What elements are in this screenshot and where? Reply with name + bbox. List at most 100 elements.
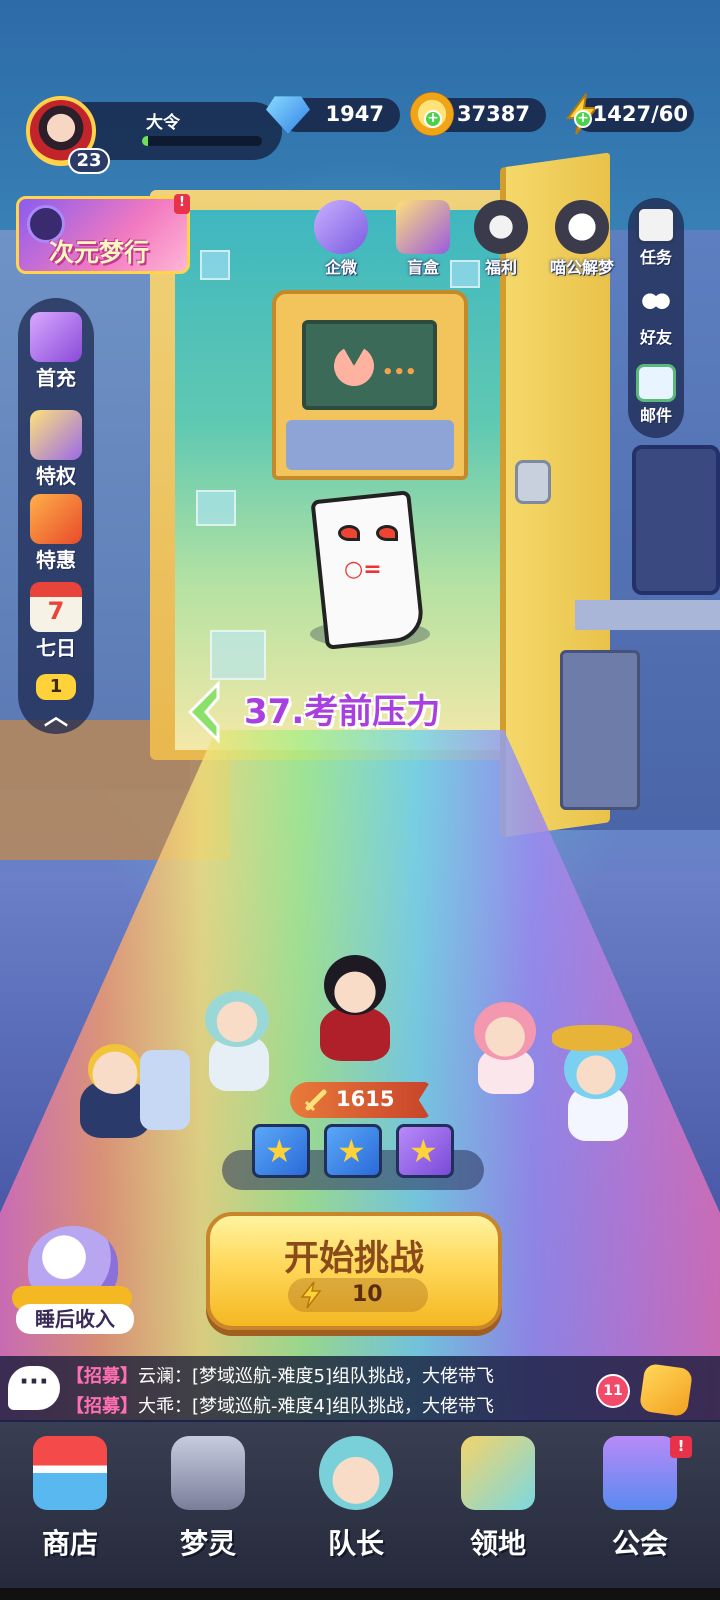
chat-message: [梦域巡航-难度5]组队挑战，大佬带飞 <box>192 1366 494 1387</box>
nav-territory[interactable]: 领地 <box>438 1436 558 1576</box>
energy-cost: 10 <box>288 1278 428 1312</box>
coin-value: 37387 <box>456 102 530 126</box>
discount-box-icon <box>30 494 82 544</box>
right-menu-panel: 任务 好友 邮件 <box>628 198 684 438</box>
left-menu-privilege[interactable]: 特权 <box>18 410 94 489</box>
sword-icon <box>304 1089 327 1112</box>
chat-line: 【招募】云澜：[梦域巡航-难度5]组队挑战，大佬带飞 <box>66 1362 566 1388</box>
start-challenge-button[interactable]: 开始挑战 10 <box>206 1212 502 1330</box>
chevron-up-icon[interactable]: ︿ <box>44 704 68 728</box>
energy-cost-value: 10 <box>352 1282 383 1307</box>
team-hero-captain[interactable] <box>290 955 410 1065</box>
energy-value: 1427/60 <box>592 102 688 126</box>
chat-unread-badge[interactable]: 11 <box>596 1374 630 1408</box>
arcade-machine: ••• <box>272 290 468 480</box>
left-menu-discount[interactable]: 特惠 <box>18 494 94 573</box>
right-menu-label: 邮件 <box>639 406 672 425</box>
chat-sender: 大乖： <box>138 1396 192 1417</box>
energy-counter[interactable]: + 1427/60 <box>566 93 694 135</box>
team-hero-nurse[interactable] <box>464 998 544 1098</box>
hammer-icon <box>30 312 82 362</box>
star-chest-icon[interactable]: ★ <box>252 1124 310 1178</box>
nav-shop[interactable]: 商店 <box>10 1436 130 1576</box>
previous-stage-arrow-icon[interactable] <box>184 680 224 744</box>
right-menu-tasks[interactable]: 任务 <box>628 206 684 268</box>
mystery-card-icon <box>396 200 450 254</box>
top-icon-label: 企微 <box>324 258 357 277</box>
chat-tag: 【招募】 <box>66 1396 138 1417</box>
gem-counter[interactable]: 1947 <box>266 96 400 134</box>
top-icon-cat-dream[interactable]: 喵公解梦 <box>540 200 624 277</box>
coin-counter[interactable]: + 37387 <box>410 92 546 136</box>
start-challenge-label: 开始挑战 <box>283 1239 424 1279</box>
event-banner-label: 次元梦行 <box>49 238 150 267</box>
stage-title: 37.考前压力 <box>244 692 441 732</box>
team-hero-knight[interactable] <box>60 1040 190 1140</box>
gift-box-icon <box>314 200 368 254</box>
calendar-icon: 7 <box>30 582 82 632</box>
xp-bar-fill <box>142 136 148 146</box>
top-icon-qiwei[interactable]: 企微 <box>306 200 376 277</box>
add-coins-icon[interactable]: + <box>424 110 442 128</box>
team-hero-genie[interactable] <box>550 1025 650 1145</box>
star-chest-icon[interactable]: ★ <box>324 1124 382 1178</box>
event-alert-badge: ! <box>174 194 190 214</box>
left-menu-first-charge[interactable]: 首充 <box>18 312 94 391</box>
top-icon-label: 福利 <box>484 258 517 277</box>
captain-icon <box>319 1436 393 1510</box>
nav-captain[interactable]: 队长 <box>296 1436 416 1576</box>
coin-icon: + <box>410 92 454 136</box>
chat-tag: 【招募】 <box>66 1366 138 1387</box>
top-icon-blindbox[interactable]: 盲盒 <box>388 200 458 277</box>
cat-mascot-icon <box>555 200 609 254</box>
xp-bar <box>142 136 262 146</box>
left-menu-rank[interactable]: 1 <box>18 674 94 700</box>
friends-icon <box>636 286 676 324</box>
task-clipboard-icon <box>636 206 676 244</box>
rank-badge-icon: 1 <box>36 674 76 700</box>
right-menu-label: 好友 <box>639 328 672 347</box>
room-pc-tower <box>560 650 640 810</box>
nav-label: 商店 <box>41 1527 98 1560</box>
floating-cube <box>196 490 236 526</box>
right-menu-label: 任务 <box>639 248 672 267</box>
nav-label: 队长 <box>327 1527 384 1560</box>
room-monitor <box>632 445 720 595</box>
nav-dream-spirit[interactable]: 梦灵 <box>148 1436 268 1576</box>
stage-boss-paper-monster[interactable]: ○= <box>310 490 426 650</box>
left-menu-label: 特惠 <box>36 548 76 572</box>
top-icon-welfare[interactable]: 福利 <box>466 200 536 277</box>
player-name: 大令 <box>146 113 180 133</box>
bottom-navigation: 商店 梦灵 队长 领地 公会 <box>0 1422 720 1600</box>
left-menu-seven-days[interactable]: 7 七日 <box>18 582 94 661</box>
team-hero-visor[interactable] <box>185 985 285 1095</box>
chat-message: [梦域巡航-难度4]组队挑战，大佬带飞 <box>192 1396 494 1417</box>
nav-label: 梦灵 <box>179 1527 236 1560</box>
gem-value: 1947 <box>325 102 384 126</box>
player-profile[interactable]: 23 大令 <box>26 96 282 174</box>
nav-label: 公会 <box>611 1527 668 1560</box>
floating-cube <box>210 630 266 680</box>
room-desk <box>575 600 720 630</box>
profile-panel <box>82 102 282 160</box>
guild-alert-badge: ! <box>670 1436 692 1458</box>
right-menu-mail[interactable]: 邮件 <box>628 364 684 426</box>
right-menu-friends[interactable]: 好友 <box>628 286 684 348</box>
privilege-cards-icon <box>30 410 82 460</box>
event-banner[interactable]: 次元梦行 <box>16 196 190 274</box>
left-menu-panel: 首充 特权 特惠 7 七日 1 ︿ <box>18 298 94 734</box>
left-menu-label: 首充 <box>36 366 76 390</box>
idle-reward-button[interactable]: 睡后收入 <box>8 1220 134 1336</box>
add-energy-icon[interactable]: + <box>574 110 592 128</box>
shop-icon <box>33 1436 107 1510</box>
left-menu-label: 七日 <box>36 636 76 660</box>
chat-extension-icon[interactable] <box>638 1362 694 1418</box>
chat-line: 【招募】大乖：[梦域巡航-难度4]组队挑战，大佬带飞 <box>66 1392 566 1418</box>
star-chest-icon[interactable]: ★ <box>396 1124 454 1178</box>
chat-bubble-icon[interactable]: ··· <box>8 1366 60 1410</box>
energy-bolt-icon <box>300 1281 322 1309</box>
dream-spirit-icon <box>171 1436 245 1510</box>
left-menu-label: 特权 <box>36 464 76 488</box>
territory-icon <box>461 1436 535 1510</box>
guild-icon <box>603 1436 677 1510</box>
